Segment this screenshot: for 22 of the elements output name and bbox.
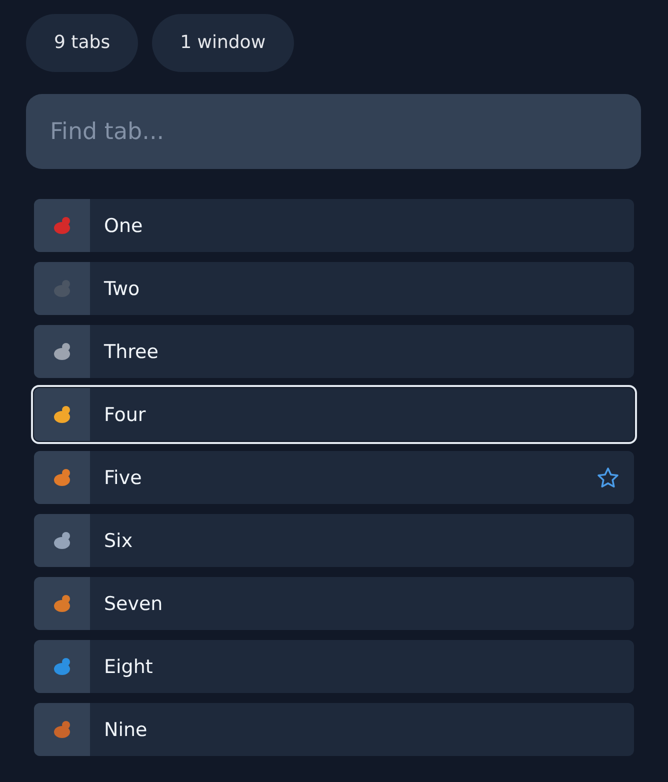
count-pill: 1 window [152,14,294,72]
tab-title: Seven [104,592,164,614]
tab-title: Four [104,404,147,426]
tab-row[interactable]: Five [34,451,634,504]
tab-title: Six [104,530,134,552]
tab-row[interactable]: Six [34,514,634,567]
tab-title: Three [104,340,160,362]
tab-title: One [104,214,144,236]
tab-row[interactable]: Four [31,385,637,444]
tab-row[interactable]: Two [34,262,634,315]
tab-row[interactable]: One [34,199,634,252]
tab-title: Nine [104,718,148,740]
tab-title: Eight [104,656,154,678]
star-icon[interactable] [596,466,620,490]
count-pill: 9 tabs [26,14,138,72]
tab-row[interactable]: Eight [34,640,634,693]
tab-row[interactable]: Seven [34,577,634,630]
tab-row[interactable]: Nine [34,703,634,756]
search-field[interactable]: Find tab... [26,94,641,169]
tab-title: Five [104,466,143,488]
tab-title: Two [104,278,141,300]
tab-row[interactable]: Three [34,325,634,378]
